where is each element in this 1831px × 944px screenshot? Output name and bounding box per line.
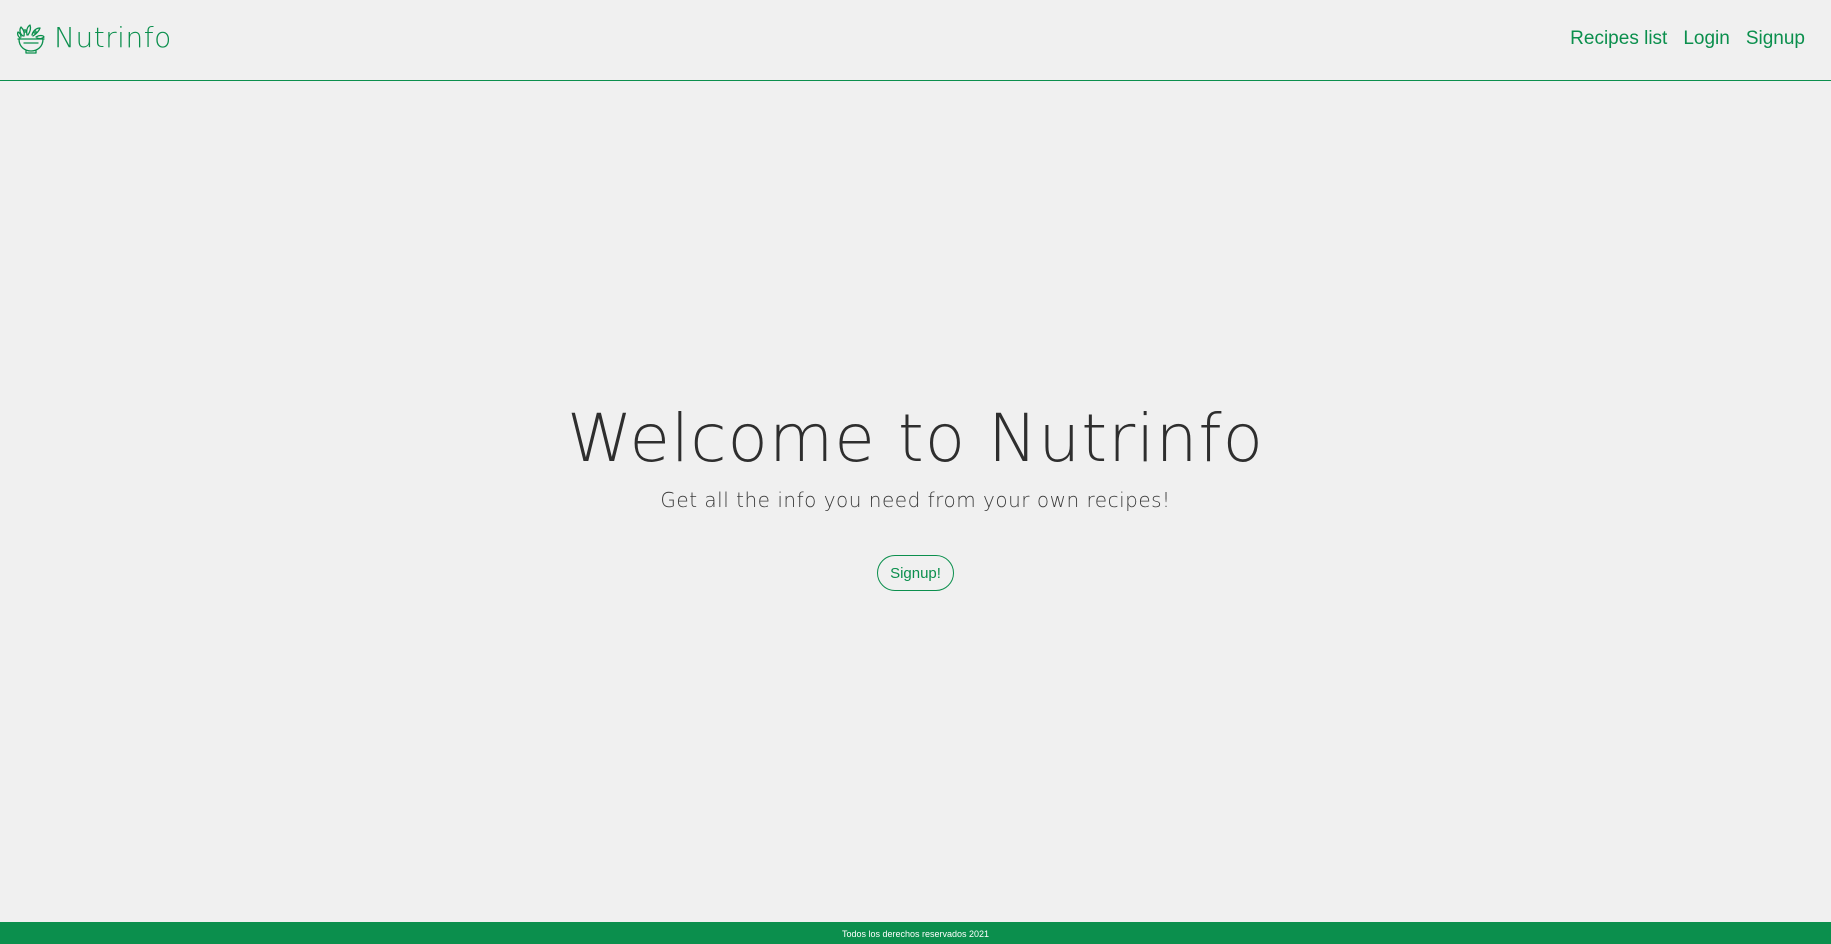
footer: Todos los derechos reservados 2021: [0, 922, 1831, 944]
hero-section: Welcome to Nutrinfo Get all the info you…: [0, 395, 1831, 591]
hero-title: Welcome to Nutrinfo: [566, 400, 1265, 477]
signup-button[interactable]: Signup!: [877, 555, 954, 591]
nav-link-login[interactable]: Login: [1683, 26, 1730, 52]
salad-bowl-icon: [16, 24, 45, 54]
nav-menu: Recipes list Login Signup: [1570, 26, 1805, 52]
page: Nutrinfo Recipes list Login Signup Welco…: [0, 0, 1831, 944]
nav-link-recipes-list[interactable]: Recipes list: [1570, 26, 1667, 52]
nav-link-signup[interactable]: Signup: [1746, 26, 1805, 52]
brand-name: Nutrinfo: [54, 21, 172, 54]
hero-subtitle: Get all the info you need from your own …: [660, 488, 1171, 512]
navbar: Nutrinfo Recipes list Login Signup: [0, 0, 1831, 81]
footer-copyright: Todos los derechos reservados 2021: [841, 929, 990, 939]
brand-link[interactable]: Nutrinfo: [16, 20, 172, 56]
